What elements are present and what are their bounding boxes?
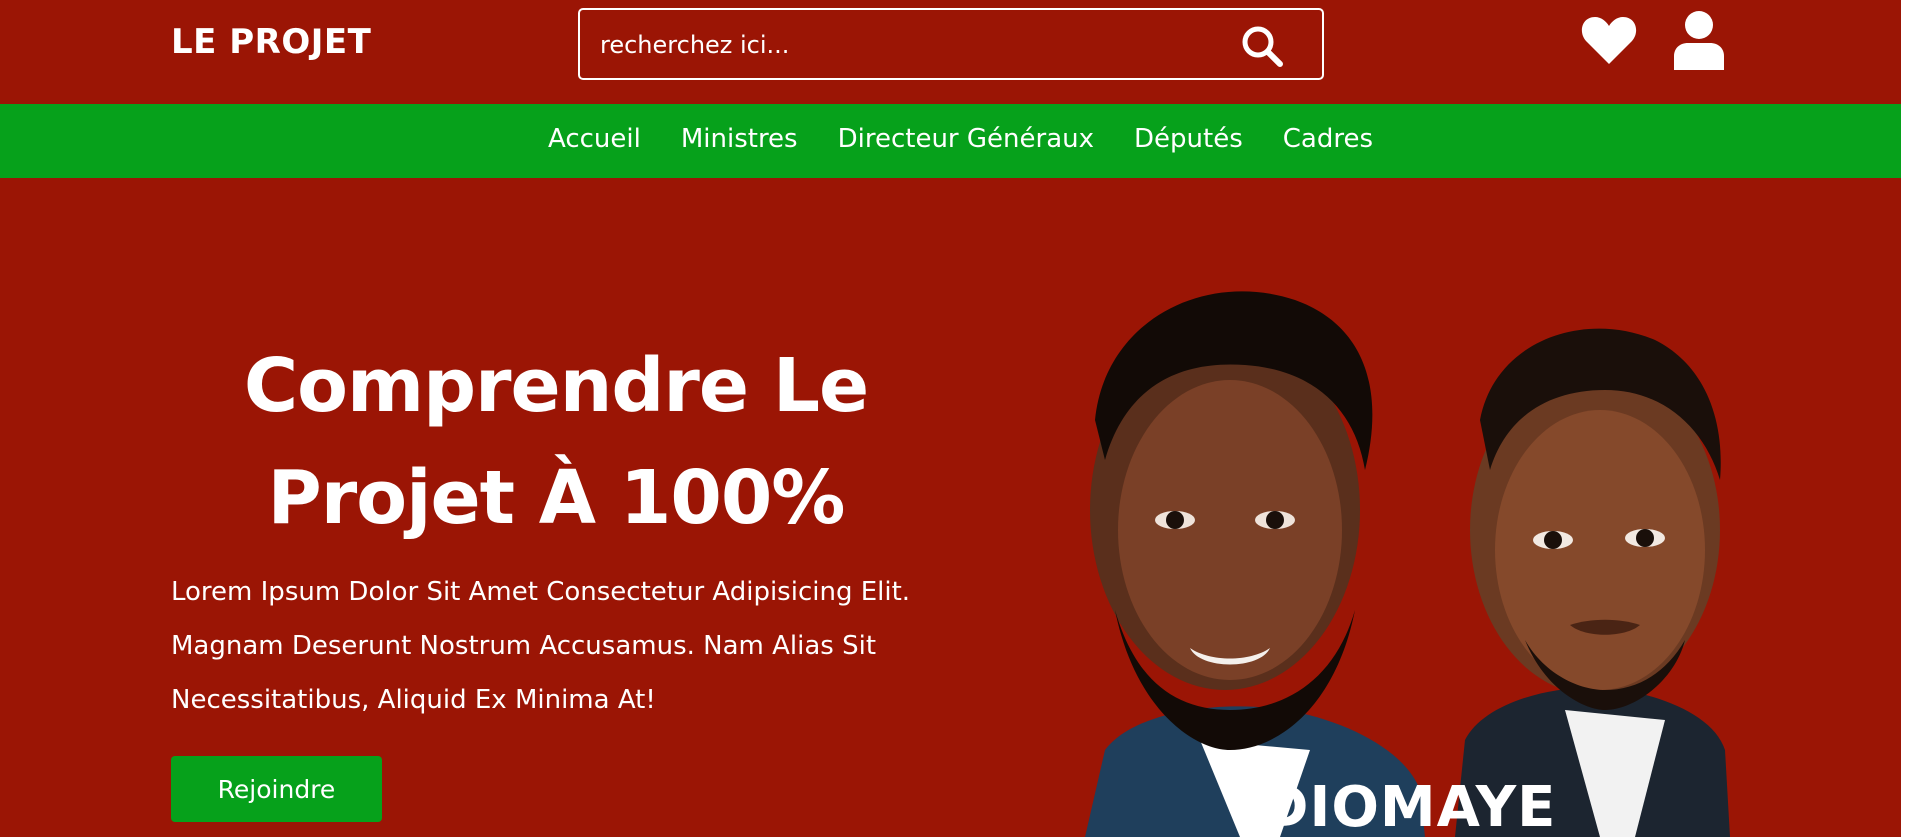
main-nav: Accueil Ministres Directeur Généraux Dép… [0,104,1907,178]
search-bar [578,8,1324,80]
user-icon [1674,11,1724,70]
join-button[interactable]: Rejoindre [171,756,382,822]
favorites-button[interactable] [1580,14,1638,66]
search-input[interactable] [598,24,1222,66]
hero-title-line-1: Comprendre Le [243,343,869,429]
top-header: LE PROJET [0,0,1907,104]
nav-item-ministres[interactable]: Ministres [681,124,798,154]
nav-item-deputes[interactable]: Députés [1134,124,1243,154]
portrait-right [1455,328,1730,837]
hero-title: Comprendre Le Projet À 100% [171,330,941,554]
nav-item-directeur-generaux[interactable]: Directeur Généraux [838,124,1094,154]
hero-portraits-image [1085,291,1730,837]
account-button[interactable] [1672,10,1726,72]
hero-text-line-3: Necessitatibus, Aliquid Ex Minima At! [171,685,656,715]
portrait-left [1085,291,1425,837]
search-icon [1242,26,1283,67]
nav-item-accueil[interactable]: Accueil [548,124,641,154]
hero-text-line-1: Lorem Ipsum Dolor Sit Amet Consectetur A… [171,577,911,607]
search-button[interactable] [1240,24,1284,68]
nav-list: Accueil Ministres Directeur Généraux Dép… [548,124,1373,154]
hero-text-line-2: Magnam Deserunt Nostrum Accusamus. Nam A… [171,631,877,661]
hero-title-line-2: Projet À 100% [267,455,846,541]
nav-item-cadres[interactable]: Cadres [1283,124,1373,154]
hero-description: Lorem Ipsum Dolor Sit Amet Consectetur A… [171,565,961,727]
site-logo[interactable]: LE PROJET [171,22,371,62]
hero-image-caption: DIOMAYE [1262,775,1557,837]
scrollbar-edge [1901,0,1907,837]
heart-icon [1581,17,1637,64]
